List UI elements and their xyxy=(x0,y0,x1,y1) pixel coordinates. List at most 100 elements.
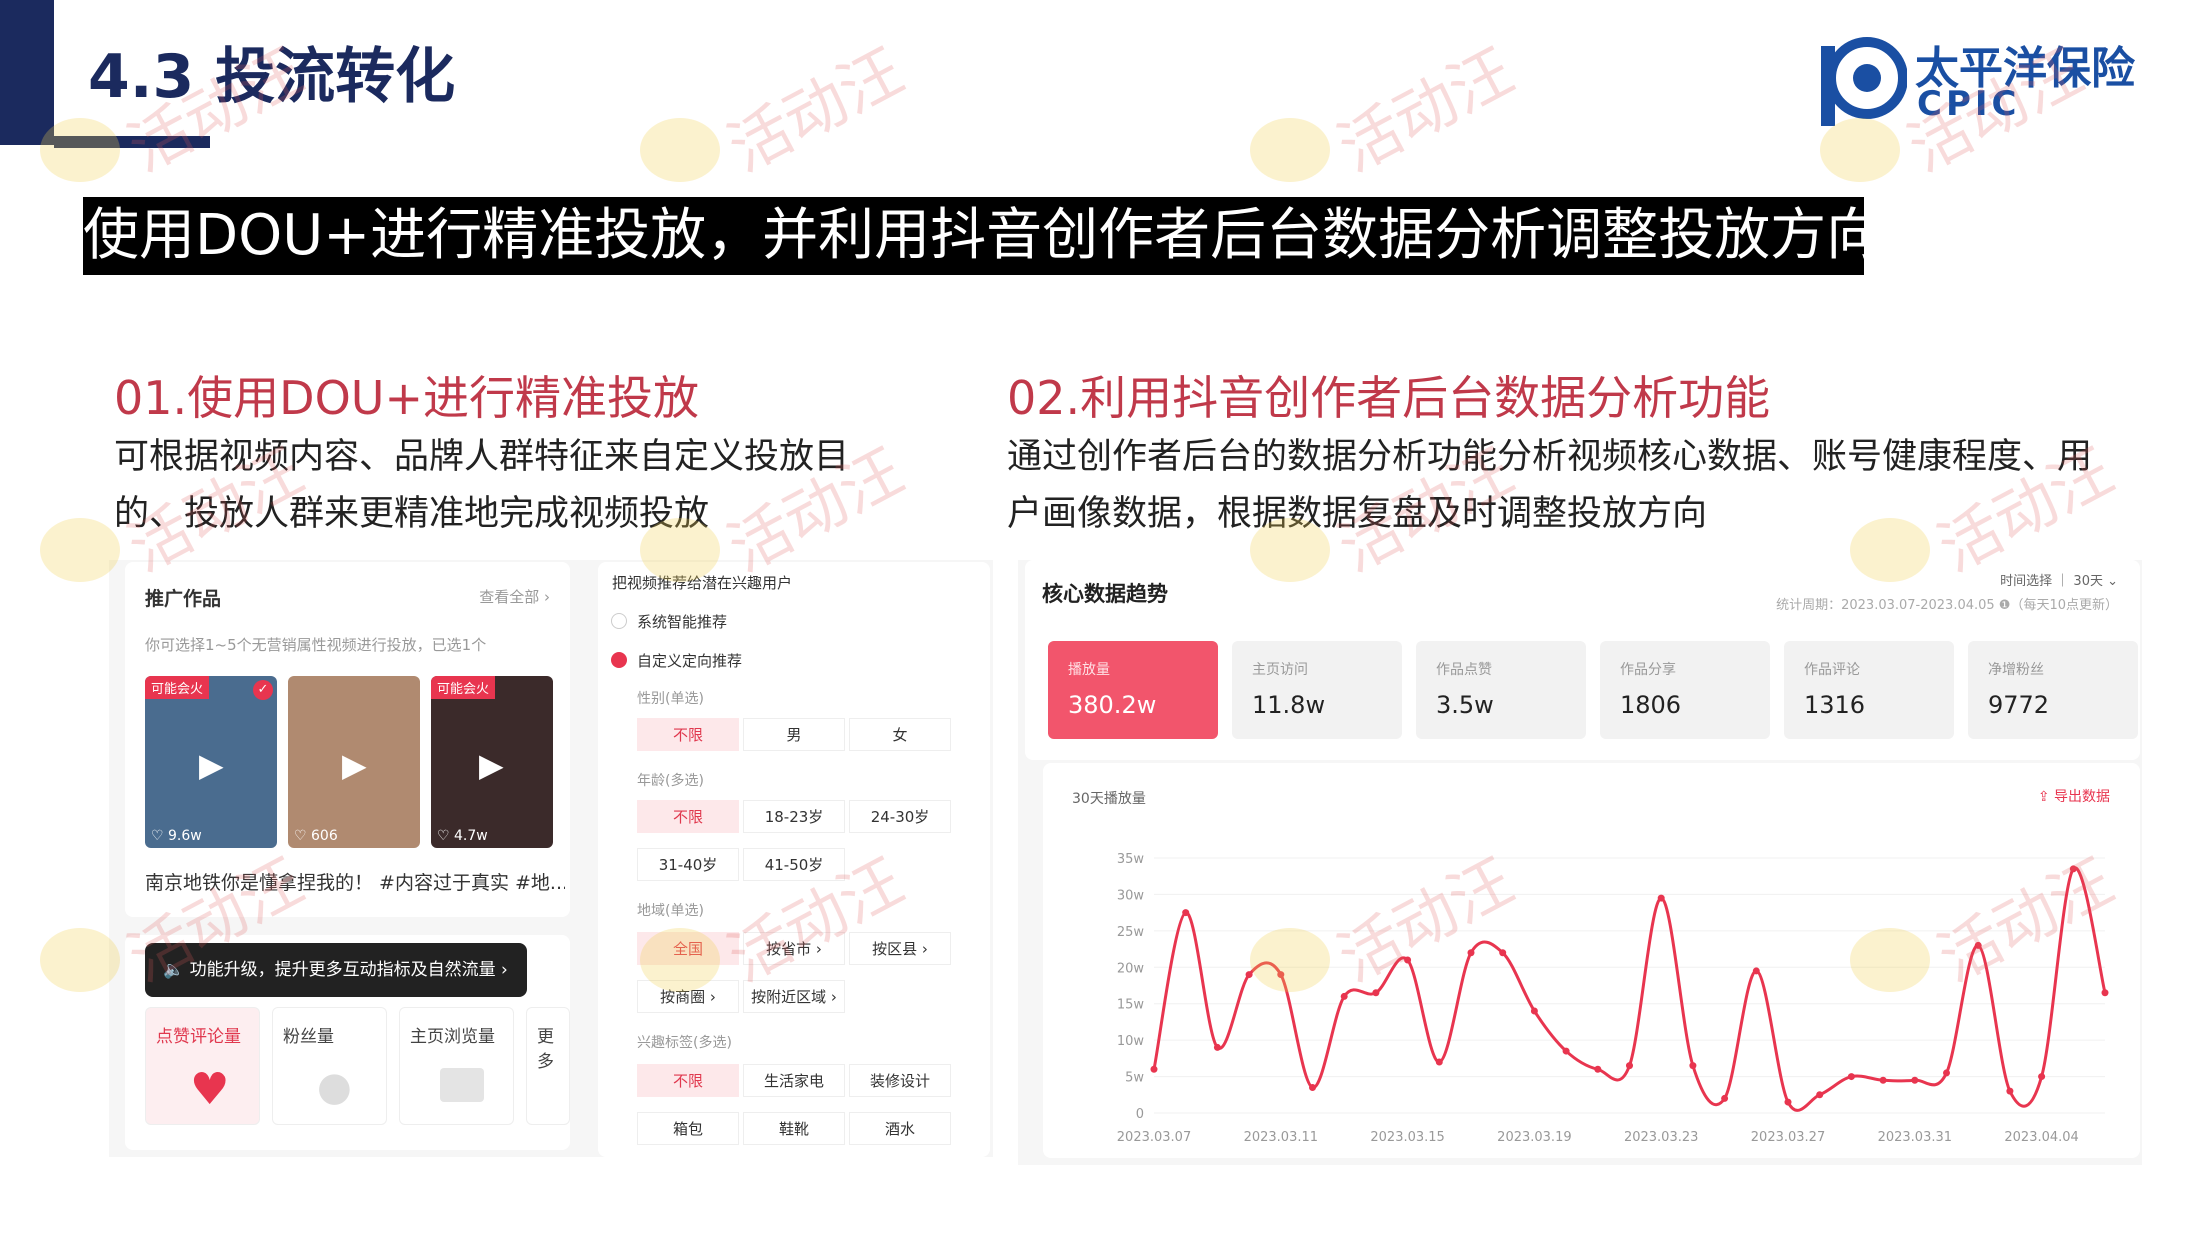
stat-label: 主页访问 xyxy=(1252,662,1308,678)
user-icon: ● xyxy=(317,1064,352,1110)
gender-male[interactable]: 男 xyxy=(743,718,845,751)
watermark-mascot-icon xyxy=(1850,518,1930,582)
data-point[interactable] xyxy=(1689,1062,1697,1070)
stat-period: 统计周期：2023.03.07-2023.04.05 ❶（每天10点更新） xyxy=(1776,598,2118,613)
title-accent-bar xyxy=(0,0,54,145)
data-point[interactable] xyxy=(2038,1073,2046,1081)
watermark-mascot-icon xyxy=(1820,118,1900,182)
metric-homepage-views[interactable]: 主页浏览量 xyxy=(399,1007,514,1125)
data-point[interactable] xyxy=(1911,1076,1919,1084)
age-31-40[interactable]: 31-40岁 xyxy=(637,848,739,881)
data-point[interactable] xyxy=(2101,989,2109,997)
data-point[interactable] xyxy=(1752,967,1760,975)
stat-card-3[interactable]: 作品分享 1806 xyxy=(1600,641,1770,739)
stat-label: 播放量 xyxy=(1068,662,1110,678)
data-point[interactable] xyxy=(1721,1094,1729,1102)
stat-card-1[interactable]: 主页访问 11.8w xyxy=(1232,641,1402,739)
interest-liquor[interactable]: 酒水 xyxy=(849,1112,951,1145)
stat-value: 380.2w xyxy=(1068,691,1157,719)
x-tick-label: 2023.03.19 xyxy=(1497,1130,1571,1145)
data-point[interactable] xyxy=(1340,992,1348,1000)
data-point[interactable] xyxy=(1245,971,1253,979)
interest-appliances[interactable]: 生活家电 xyxy=(743,1064,845,1097)
watermark-mascot-icon xyxy=(40,518,120,582)
age-24-30[interactable]: 24-30岁 xyxy=(849,800,951,833)
radio-custom[interactable] xyxy=(611,652,627,668)
video-likes: ♡ 9.6w xyxy=(151,828,202,844)
age-label: 年龄(多选) xyxy=(637,773,704,789)
selected-check-icon: ✓ xyxy=(253,680,273,700)
data-point[interactable] xyxy=(1562,1047,1570,1055)
gender-any[interactable]: 不限 xyxy=(637,718,739,751)
gender-female[interactable]: 女 xyxy=(849,718,951,751)
video-likes: ♡ 4.7w xyxy=(437,828,488,844)
age-any[interactable]: 不限 xyxy=(637,800,739,833)
view-all-link[interactable]: 查看全部 › xyxy=(479,586,550,607)
data-point[interactable] xyxy=(1594,1065,1602,1073)
x-tick-label: 2023.03.23 xyxy=(1624,1130,1698,1145)
video-badge: 可能会火 xyxy=(145,676,210,699)
interest-any[interactable]: 不限 xyxy=(637,1064,739,1097)
data-point[interactable] xyxy=(1847,1073,1855,1081)
interest-bags[interactable]: 箱包 xyxy=(637,1112,739,1145)
data-point[interactable] xyxy=(1213,1043,1221,1051)
y-tick-label: 20w xyxy=(1117,961,1145,976)
watermark-mascot-icon xyxy=(640,518,720,582)
data-point[interactable] xyxy=(1182,909,1190,917)
data-point[interactable] xyxy=(2006,1087,2014,1095)
video-thumb-2[interactable]: ▶ ♡ 606 xyxy=(288,676,420,848)
stat-card-5[interactable]: 净增粉丝 9772 xyxy=(1968,641,2138,739)
interest-shoes[interactable]: 鞋靴 xyxy=(743,1112,845,1145)
x-tick-label: 2023.03.07 xyxy=(1117,1130,1191,1145)
metric-more[interactable]: 更多 xyxy=(526,1007,570,1125)
stat-label: 作品评论 xyxy=(1804,662,1860,678)
stat-value: 11.8w xyxy=(1252,691,1326,719)
data-point[interactable] xyxy=(1943,1069,1950,1077)
stat-card-4[interactable]: 作品评论 1316 xyxy=(1784,641,1954,739)
data-point[interactable] xyxy=(1309,1084,1316,1091)
data-point[interactable] xyxy=(1657,894,1665,902)
video-thumb-3[interactable]: 可能会火 ▶ ♡ 4.7w xyxy=(431,676,553,848)
metric-label: 点赞评论量 xyxy=(156,1027,241,1047)
data-point[interactable] xyxy=(1435,1058,1443,1066)
data-point[interactable] xyxy=(1150,1065,1158,1073)
section2-heading: 02.利用抖音创作者后台数据分析功能 xyxy=(1007,371,1771,425)
metric-label: 主页浏览量 xyxy=(410,1027,495,1047)
data-point[interactable] xyxy=(1879,1076,1887,1084)
radio-custom-label: 自定义定向推荐 xyxy=(637,652,743,670)
watermark-mascot-icon xyxy=(40,118,120,182)
stat-value: 3.5w xyxy=(1436,691,1494,719)
data-point[interactable] xyxy=(1626,1062,1633,1070)
watermark-mascot-icon xyxy=(640,118,720,182)
data-point[interactable] xyxy=(1784,1098,1792,1106)
metric-likes-comments[interactable]: 点赞评论量 ♥ xyxy=(145,1007,260,1125)
metric-label: 粉丝量 xyxy=(283,1027,334,1047)
interest-decoration[interactable]: 装修设计 xyxy=(849,1064,951,1097)
radio-smart-label: 系统智能推荐 xyxy=(637,613,728,631)
data-point[interactable] xyxy=(1530,1007,1538,1015)
image-icon xyxy=(440,1068,484,1102)
watermark-mascot-icon xyxy=(1250,928,1330,992)
data-point[interactable] xyxy=(1499,949,1507,957)
headline-banner: 使用DOU+进行精准投放，并利用抖音创作者后台数据分析调整投放方向 xyxy=(83,197,1864,275)
stat-value: 9772 xyxy=(1988,691,2050,719)
play-icon: ▶ xyxy=(199,746,224,784)
stat-label: 净增粉丝 xyxy=(1988,662,2044,678)
video-thumb-1[interactable]: 可能会火 ✓ ▶ ♡ 9.6w xyxy=(145,676,277,848)
data-point[interactable] xyxy=(1816,1091,1824,1099)
radio-smart[interactable] xyxy=(611,613,627,629)
play-icon: ▶ xyxy=(342,746,367,784)
watermark-text: 活动汪 xyxy=(716,33,915,186)
stat-card-0[interactable]: 播放量 380.2w xyxy=(1048,641,1218,739)
stat-card-2[interactable]: 作品点赞 3.5w xyxy=(1416,641,1586,739)
metric-fans[interactable]: 粉丝量 ● xyxy=(272,1007,387,1125)
video-badge: 可能会火 xyxy=(431,676,496,699)
y-tick-label: 30w xyxy=(1117,888,1145,903)
section1-heading: 01.使用DOU+进行精准投放 xyxy=(114,371,699,425)
promo-hint: 你可选择1~5个无营销属性视频进行投放，已选1个 xyxy=(145,636,487,654)
stat-value: 1806 xyxy=(1620,691,1682,719)
age-18-23[interactable]: 18-23岁 xyxy=(743,800,845,833)
x-tick-label: 2023.03.27 xyxy=(1751,1130,1825,1145)
time-select[interactable]: 时间选择 ｜ 30天 ⌄ xyxy=(2000,570,2118,589)
data-point[interactable] xyxy=(1467,949,1475,957)
